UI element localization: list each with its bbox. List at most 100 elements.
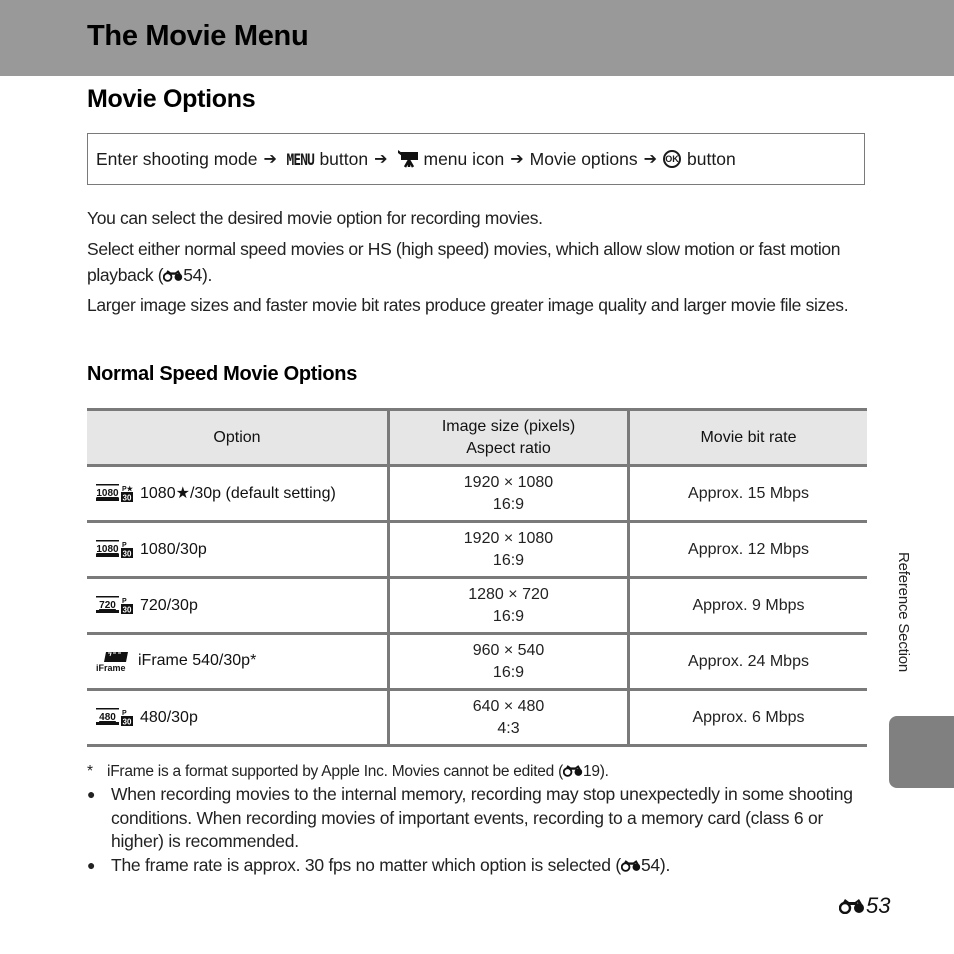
table-header-row: Option Image size (pixels) Aspect ratio M… — [87, 408, 867, 467]
option-label: 720/30p — [140, 596, 198, 614]
chapter-title: The Movie Menu — [87, 20, 309, 52]
option-cell: 1080 P★ 30 1080★/30p (default setting) — [87, 464, 389, 523]
footnote-body: iFrame is a format supported by Apple In… — [107, 763, 563, 780]
path-step-ok-button: button — [687, 148, 736, 169]
reference-binoculars-icon — [563, 764, 583, 777]
image-size-value: 1920 × 1080 — [463, 529, 554, 547]
svg-text:480: 480 — [99, 712, 116, 723]
480-30p-icon: 480 P30 — [96, 708, 133, 727]
subsection-title: Normal Speed Movie Options — [87, 363, 358, 385]
path-step-movie-options: Movie options — [529, 148, 638, 169]
1080-star-30p-icon: 1080 P★30 — [96, 484, 134, 503]
option-cell: 720 P 30 720/30p — [87, 576, 389, 635]
header-bit-rate: Movie bit rate — [627, 408, 867, 467]
image-size-cell: 1280 × 720 16:9 — [387, 576, 629, 635]
image-size-cell: 1920 × 1080 16:9 — [387, 520, 629, 579]
image-size-cell: 640 × 480 4:3 — [387, 688, 629, 747]
arrow-right-icon: ➔ — [510, 151, 524, 168]
table-row: iFrame iFrame 540/30p* 960 × 540 16:9 Approx… — [87, 632, 867, 691]
bullet-text: When recording movies to the internal me… — [111, 784, 853, 851]
menu-button-glyph: MENU — [286, 149, 314, 169]
path-step-button: button — [319, 148, 369, 169]
table-row: 720 P 30 720/30p 1280 × 720 16:9 Approx. 9 Mbp… — [87, 576, 867, 635]
svg-text:720: 720 — [99, 600, 116, 611]
page-number: 53 — [839, 893, 890, 919]
footnotes: * iFrame is a format supported by Apple … — [87, 761, 877, 877]
asterisk-mark: * — [87, 763, 93, 780]
intro-paragraph-2: Select either normal speed movies or HS … — [87, 236, 872, 288]
section-title: Movie Options — [87, 85, 256, 113]
option-label: 480/30p — [140, 708, 198, 726]
arrow-right-icon: ➔ — [643, 151, 658, 168]
bullet-icon: ● — [87, 856, 96, 873]
720-30p-icon: 720 P30 — [96, 596, 133, 615]
image-size-value: 1280 × 720 — [468, 585, 549, 603]
svg-text:P: P — [122, 598, 127, 605]
1080-30p-icon: 1080 P30 — [96, 540, 133, 559]
bit-rate-cell: Approx. 6 Mbps — [627, 688, 867, 747]
image-size-value: 960 × 540 — [472, 641, 545, 659]
bullet-body: The frame rate is approx. 30 fps no matt… — [111, 854, 621, 875]
movie-camera-icon — [397, 150, 418, 168]
footnote-text: iFrame is a format supported by Apple In… — [107, 761, 609, 783]
reference-binoculars-icon — [621, 859, 641, 872]
table-row: 480 P 30 480/30p 640 × 480 4:3 Approx. 6 Mbps — [87, 688, 867, 747]
intro-paragraph-3: Larger image sizes and faster movie bit … — [87, 295, 849, 315]
bit-rate-cell: Approx. 12 Mbps — [627, 520, 867, 579]
svg-text:30: 30 — [123, 494, 132, 503]
aspect-ratio-value: 4:3 — [497, 719, 520, 737]
header-aspect-ratio-label: Aspect ratio — [466, 439, 551, 457]
movie-options-table: Option Image size (pixels) Aspect ratio M… — [87, 408, 867, 747]
ok-button-icon: OK — [663, 150, 682, 168]
option-label: iFrame 540/30p* — [138, 652, 257, 670]
svg-text:iFrame: iFrame — [96, 663, 126, 672]
option-cell: iFrame iFrame 540/30p* — [87, 632, 389, 691]
arrow-right-icon: ➔ — [374, 151, 388, 168]
option-label: 1080★/30p (default setting) — [140, 484, 336, 502]
aspect-ratio-value: 16:9 — [492, 663, 525, 681]
path-step-menu-icon: menu icon — [423, 148, 505, 169]
image-size-value: 1920 × 1080 — [463, 473, 554, 491]
svg-text:1080: 1080 — [96, 488, 119, 499]
image-size-value: 640 × 480 — [472, 697, 545, 715]
option-cell: 480 P 30 480/30p — [87, 688, 389, 747]
bit-rate-cell: Approx. 9 Mbps — [627, 576, 867, 635]
bit-rate-cell: Approx. 24 Mbps — [627, 632, 867, 691]
aspect-ratio-value: 16:9 — [492, 495, 525, 513]
bullet-text: The frame rate is approx. 30 fps no matt… — [111, 854, 670, 878]
svg-text:P: P — [122, 542, 127, 549]
aspect-ratio-value: 16:9 — [492, 551, 525, 569]
header-image-size-label: Image size (pixels) — [441, 417, 576, 435]
table-row: 1080 P★ 30 1080★/30p (default setting) 1920 … — [87, 464, 867, 523]
svg-text:P: P — [122, 710, 127, 717]
footnote-tail: ). — [599, 763, 609, 780]
section-thumb-tab[interactable] — [889, 716, 954, 788]
bit-rate-cell: Approx. 15 Mbps — [627, 464, 867, 523]
intro-paragraph-1: You can select the desired movie option … — [87, 208, 543, 228]
option-cell: 1080 P 30 1080/30p — [87, 520, 389, 579]
page-reference[interactable]: 54 — [641, 855, 660, 875]
table-row: 1080 P 30 1080/30p 1920 × 1080 16:9 Approx. 12… — [87, 520, 867, 579]
iframe-footnote: * iFrame is a format supported by Apple … — [87, 761, 877, 783]
page-reference[interactable]: 54 — [183, 265, 202, 285]
svg-text:1080: 1080 — [96, 544, 119, 555]
page-number-value: 53 — [866, 893, 891, 918]
option-label: 1080/30p — [140, 540, 207, 558]
bullet-icon: ● — [87, 786, 96, 802]
arrow-right-icon: ➔ — [263, 151, 277, 168]
bullet-tail: ). — [659, 854, 671, 875]
bullet-item: ● The frame rate is approx. 30 fps no ma… — [87, 854, 877, 878]
reference-binoculars-icon — [163, 269, 183, 282]
svg-text:30: 30 — [123, 550, 132, 559]
aspect-ratio-value: 16:9 — [492, 607, 525, 625]
header-image-size: Image size (pixels) Aspect ratio — [387, 408, 629, 467]
side-section-label: Reference Section — [895, 552, 912, 673]
page-reference[interactable]: 19 — [583, 763, 600, 780]
reference-binoculars-icon — [839, 898, 865, 914]
path-step-enter-shooting: Enter shooting mode — [96, 148, 258, 169]
chapter-banner: The Movie Menu — [0, 0, 954, 76]
svg-text:30: 30 — [123, 718, 132, 727]
header-option: Option — [87, 408, 389, 467]
iframe-icon: iFrame — [96, 652, 128, 672]
svg-text:P★: P★ — [122, 485, 134, 493]
